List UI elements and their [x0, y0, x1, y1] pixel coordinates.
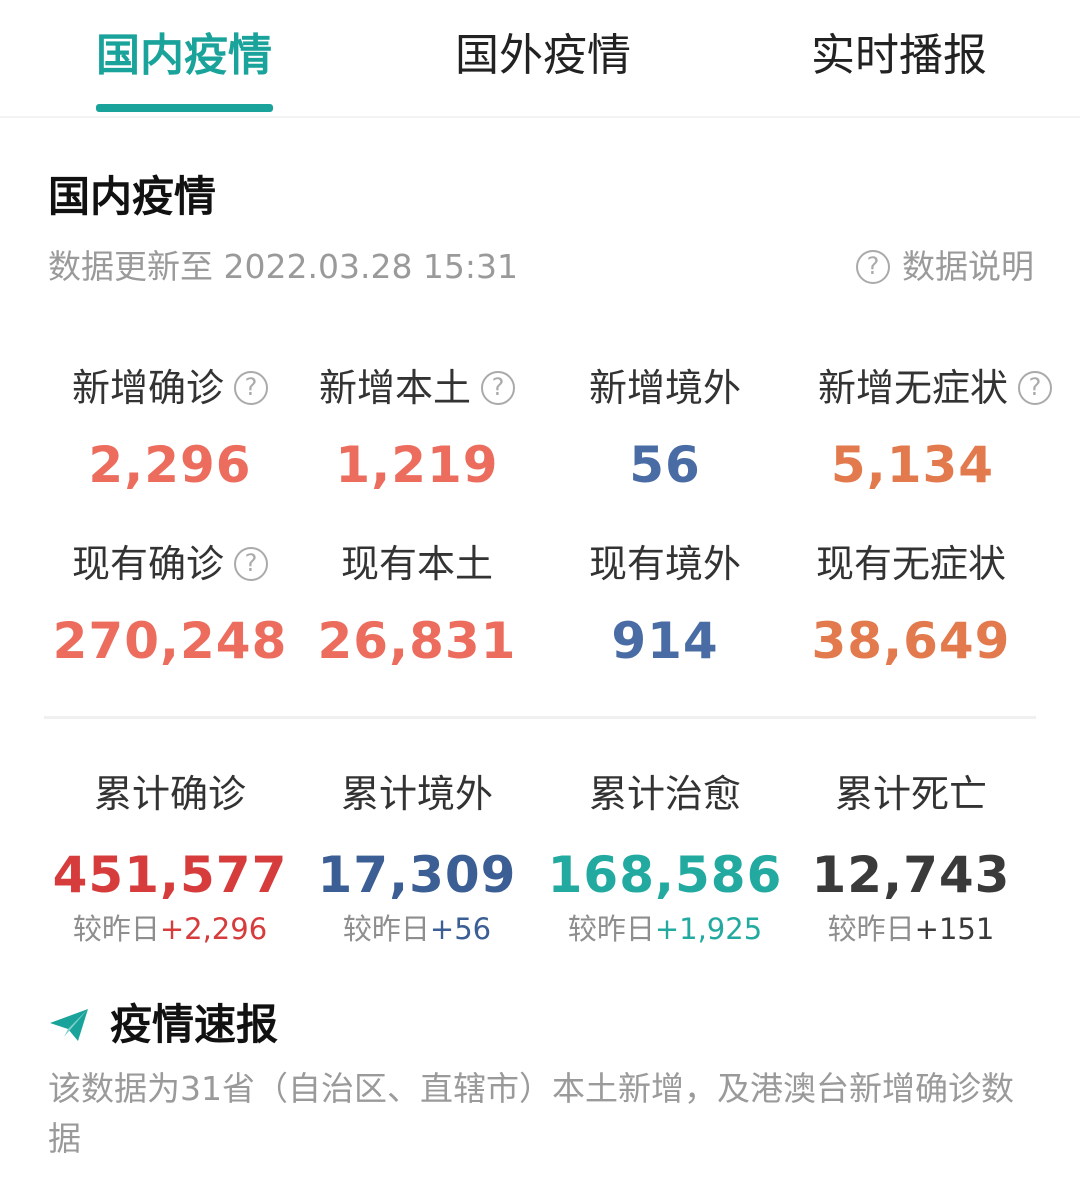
total-label: 累计死亡	[834, 772, 987, 816]
tab-domestic[interactable]: 国内疫情	[96, 30, 272, 82]
tab-live-report[interactable]: 实时播报	[811, 30, 987, 82]
total-value: 168,586	[547, 846, 783, 904]
stat-new-confirmed: 新增确诊? 2,296	[35, 364, 305, 496]
total-deaths: 累计死亡 12,743 较昨日+151	[776, 770, 1046, 948]
help-icon: ?	[856, 250, 890, 284]
brief-title: 疫情速报	[110, 1000, 279, 1049]
section-title: 国内疫情	[48, 172, 217, 221]
stat-current-confirmed: 现有确诊? 270,248	[35, 540, 305, 672]
stat-label: 新增境外	[588, 366, 741, 410]
update-timestamp: 数据更新至 2022.03.28 15:31	[48, 247, 519, 286]
brief-header: 疫情速报	[48, 1000, 278, 1050]
stat-label: 新增确诊	[71, 366, 224, 410]
help-icon[interactable]: ?	[1018, 371, 1052, 405]
total-diff: 较昨日+2,296	[72, 912, 268, 946]
stat-new-imported: 新增境外 56	[530, 364, 800, 496]
stat-label: 新增无症状	[817, 366, 1008, 410]
total-value: 12,743	[811, 846, 1011, 904]
stat-label: 现有无症状	[815, 542, 1006, 586]
total-imported: 累计境外 17,309 较昨日+56	[282, 770, 552, 948]
stat-value: 38,649	[811, 612, 1011, 670]
total-diff: 较昨日+1,925	[567, 912, 763, 946]
tab-bar: 国内疫情 国外疫情 实时播报	[0, 0, 1080, 118]
help-icon[interactable]: ?	[481, 371, 515, 405]
total-recovered: 累计治愈 168,586 较昨日+1,925	[530, 770, 800, 948]
stat-new-asymptomatic: 新增无症状? 5,134	[800, 364, 1070, 496]
stat-value: 5,134	[830, 436, 995, 494]
stat-value: 56	[629, 436, 701, 494]
total-confirmed: 累计确诊 451,577 较昨日+2,296	[35, 770, 305, 948]
stat-label: 现有确诊	[71, 542, 224, 586]
tab-overseas[interactable]: 国外疫情	[455, 30, 631, 82]
paper-plane-icon	[50, 1009, 88, 1041]
stat-label: 新增本土	[318, 366, 471, 410]
active-tab-indicator	[96, 104, 273, 112]
stat-new-local: 新增本土? 1,219	[282, 364, 552, 496]
stat-value: 914	[611, 612, 719, 670]
stat-current-local: 现有本土 26,831	[282, 540, 552, 672]
data-explanation-link[interactable]: ? 数据说明	[856, 246, 1034, 288]
total-value: 451,577	[52, 846, 288, 904]
stat-current-imported: 现有境外 914	[530, 540, 800, 672]
total-diff: 较昨日+56	[342, 912, 492, 946]
help-icon[interactable]: ?	[234, 371, 268, 405]
total-label: 累计境外	[340, 772, 493, 816]
divider	[44, 716, 1036, 719]
total-label: 累计确诊	[93, 772, 246, 816]
help-icon[interactable]: ?	[234, 547, 268, 581]
total-diff: 较昨日+151	[827, 912, 995, 946]
stat-value: 1,219	[335, 436, 499, 494]
stat-value: 26,831	[317, 612, 517, 670]
data-explanation-label: 数据说明	[902, 247, 1034, 286]
stat-value: 2,296	[88, 436, 252, 494]
stat-label: 现有本土	[340, 542, 493, 586]
stat-label: 现有境外	[588, 542, 741, 586]
stat-value: 270,248	[52, 612, 288, 670]
brief-description: 该数据为31省（自治区、直辖市）本土新增，及港澳台新增确诊数据	[48, 1069, 1014, 1158]
stat-current-asymptomatic: 现有无症状 38,649	[776, 540, 1046, 672]
total-value: 17,309	[317, 846, 517, 904]
total-label: 累计治愈	[588, 772, 741, 816]
